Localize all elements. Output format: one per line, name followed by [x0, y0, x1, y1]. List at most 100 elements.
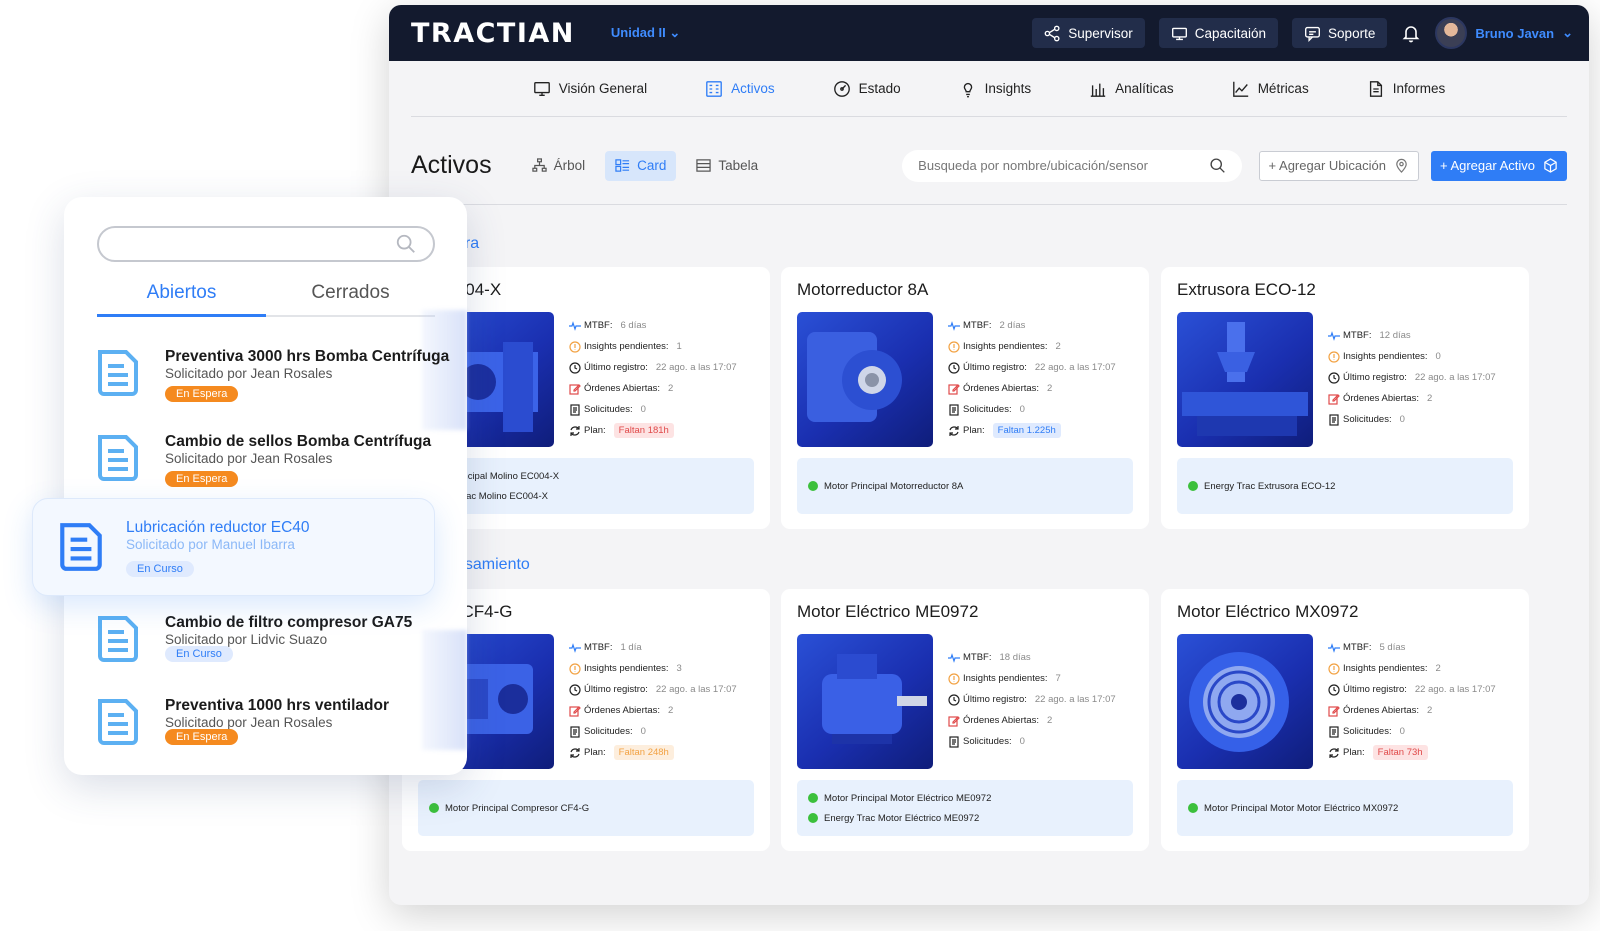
sensor-name: Motor Principal Motorreductor 8A	[824, 480, 964, 492]
view-tree-button[interactable]: Árbol	[522, 151, 596, 181]
pulse-icon	[569, 320, 581, 331]
stat-label: Solicitudes:	[963, 404, 1012, 415]
nav-activos[interactable]: Activos	[705, 80, 775, 98]
stat-value: 6 días	[620, 320, 647, 331]
nav-label: Analíticas	[1115, 81, 1174, 96]
nav-vision-general[interactable]: Visión General	[533, 80, 647, 98]
stat-value: 0	[1019, 736, 1025, 747]
work-order-item[interactable]: Preventiva 3000 hrs Bomba Centrífuga Sol…	[96, 340, 476, 414]
tractian-logo[interactable]: TRACTIAN	[411, 18, 575, 49]
stat-label: MTBF:	[584, 320, 613, 331]
sensor-item[interactable]: gy Trac Molino EC004-X	[429, 491, 743, 502]
work-order-icon	[98, 350, 138, 396]
asset-card[interactable]: Motorreductor 8A MTBF: 2 días Insights pend…	[781, 267, 1149, 529]
stat-registro: Último registro: 22 ago. a las 17:07	[948, 689, 1148, 710]
bell-icon[interactable]	[1401, 23, 1421, 43]
sensor-item[interactable]: Motor Principal Compresor CF4-G	[429, 803, 743, 814]
stat-label: MTBF:	[584, 642, 613, 653]
sensor-item[interactable]: Motor Principal Motorreductor 8A	[808, 481, 1122, 492]
sensor-item[interactable]: Motor Principal Motor Eléctrico ME0972	[808, 793, 1122, 804]
soporte-label: Soporte	[1328, 25, 1376, 41]
stat-insights: Insights pendientes: 2	[948, 336, 1148, 357]
stat-value: 1 día	[620, 642, 642, 653]
stat-mtbf: MTBF: 18 días	[948, 647, 1148, 668]
add-location-label: + Agregar Ubicación	[1268, 158, 1386, 173]
sensor-item[interactable]: Energy Trac Extrusora ECO-12	[1188, 481, 1502, 492]
capacitacion-button[interactable]: Capacitaión	[1158, 18, 1279, 48]
view-label: Card	[637, 158, 667, 173]
search-placeholder: Busqueda por nombre/ubicación/sensor	[918, 158, 1148, 173]
stat-label: Órdenes Abiertas:	[963, 383, 1040, 394]
search-icon	[1210, 158, 1225, 173]
stat-ordenes: Órdenes Abiertas: 2	[948, 710, 1148, 731]
status-badge: En Curso	[126, 561, 194, 577]
sensor-item[interactable]: Energy Trac Motor Eléctrico ME0972	[808, 813, 1122, 824]
stat-insights: Insights pendientes: 2	[1328, 658, 1528, 679]
stat-value: 2	[1055, 341, 1061, 352]
insight-icon	[948, 340, 960, 353]
asset-search-input[interactable]: Busqueda por nombre/ubicación/sensor	[902, 149, 1243, 182]
clock-icon	[569, 361, 581, 374]
unit-selector[interactable]: Unidad II ⌄	[611, 25, 680, 41]
user-menu[interactable]: Bruno Javan ⌄	[1435, 17, 1573, 49]
assets-toolbar: Activos Árbol Card Tabela Busqueda por n…	[411, 117, 1567, 205]
nav-insights[interactable]: Insights	[959, 80, 1032, 98]
stat-registro: Último registro: 22 ago. a las 17:07	[1328, 367, 1528, 388]
sensor-item[interactable]: r Principal Molino EC004-X	[429, 471, 743, 482]
stat-value: 2	[668, 705, 674, 716]
view-table-button[interactable]: Tabela	[686, 151, 768, 181]
work-order-item[interactable]: Cambio de sellos Bomba Centrífuga Solici…	[96, 425, 476, 499]
order-requester: Solicitado por Lidvic Suazo	[165, 632, 328, 647]
asset-card[interactable]: Motor Eléctrico MX0972 MTBF: 5 días Insight…	[1161, 589, 1529, 851]
work-order-item[interactable]: Preventiva 1000 hrs ventilador Solicitad…	[96, 689, 476, 763]
stat-value: 22 ago. a las 17:07	[1414, 684, 1496, 695]
stat-registro: Último registro: 22 ago. a las 17:07	[569, 679, 769, 700]
add-asset-button[interactable]: + Agregar Activo	[1430, 150, 1567, 181]
tab-cerrados[interactable]: Cerrados	[266, 279, 435, 315]
app-window: TRACTIAN Unidad II ⌄ Supervisor Capacita…	[389, 5, 1589, 905]
nav-analiticas[interactable]: Analíticas	[1089, 80, 1174, 98]
monitor-icon	[533, 81, 550, 96]
view-card-button[interactable]: Card	[605, 150, 677, 181]
pulse-icon	[948, 320, 960, 331]
stat-value: 5 días	[1379, 642, 1406, 653]
nav-label: Activos	[731, 81, 775, 96]
work-order-item[interactable]: Cambio de filtro compresor GA75 Solicita…	[96, 606, 476, 680]
supervisor-button[interactable]: Supervisor	[1032, 18, 1145, 48]
stat-plan: Plan: Faltan 248h	[569, 742, 769, 763]
stat-value: 22 ago. a las 17:07	[1034, 362, 1116, 373]
nav-label: Insights	[984, 81, 1032, 96]
highlighted-order[interactable]: Lubricación reductor EC40 Solicitado por…	[32, 498, 435, 596]
stat-registro: Último registro: 22 ago. a las 17:07	[569, 357, 769, 378]
user-name: Bruno Javan	[1475, 25, 1555, 41]
asset-card[interactable]: Motor Eléctrico ME0972 MTBF: 18 días Insigh…	[781, 589, 1149, 851]
plan-pill: Faltan 73h	[1372, 745, 1428, 760]
top-bar: TRACTIAN Unidad II ⌄ Supervisor Capacita…	[389, 5, 1589, 61]
nav-estado[interactable]: Estado	[833, 80, 901, 98]
stat-solicitudes: Solicitudes: 0	[1328, 409, 1528, 430]
soporte-button[interactable]: Soporte	[1292, 18, 1388, 48]
nav-informes[interactable]: Informes	[1367, 80, 1445, 98]
status-dot	[429, 803, 439, 813]
asset-card[interactable]: Extrusora ECO-12 MTBF: 12 días Insights pen…	[1161, 267, 1529, 529]
asset-title: Motor Eléctrico ME0972	[797, 602, 979, 621]
stat-label: Plan:	[584, 747, 606, 758]
add-location-button[interactable]: + Agregar Ubicación	[1258, 150, 1419, 181]
stat-insights: Insights pendientes: 7	[948, 668, 1148, 689]
panel-search-input[interactable]	[97, 226, 435, 262]
add-asset-label: + Agregar Activo	[1439, 158, 1535, 173]
insight-icon	[1328, 662, 1340, 675]
stat-value: 3	[676, 663, 682, 674]
stat-label: Solicitudes:	[584, 404, 633, 415]
tab-abiertos[interactable]: Abiertos	[97, 279, 266, 317]
search-icon	[396, 234, 415, 253]
nav-label: Visión General	[558, 81, 648, 96]
sensor-item[interactable]: Motor Principal Motor Motor Eléctrico MX…	[1188, 803, 1502, 814]
edit-icon	[948, 715, 960, 727]
location-pin-icon	[1396, 158, 1407, 173]
nav-metricas[interactable]: Métricas	[1232, 80, 1309, 98]
stat-value: 12 días	[1379, 330, 1411, 341]
edit-icon	[1328, 393, 1340, 405]
share-nodes-icon	[1044, 25, 1060, 41]
stat-mtbf: MTBF: 2 días	[948, 315, 1148, 336]
